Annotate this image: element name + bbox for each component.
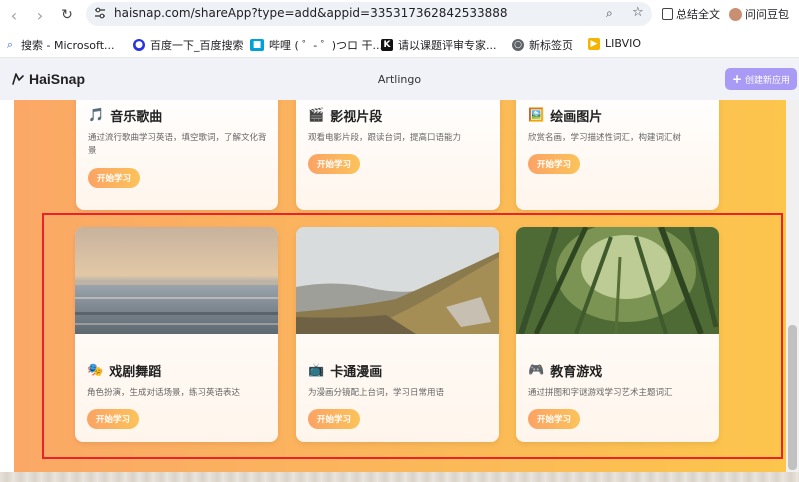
bookmark-label: 百度一下_百度搜索: [150, 39, 244, 52]
card-description: 观看电影片段，跟读台词，提高口语能力: [308, 133, 462, 143]
bookmark-item-1[interactable]: ● 百度一下_百度搜索: [133, 37, 244, 53]
summary-icon: [662, 8, 673, 20]
site-settings-icon[interactable]: [93, 6, 107, 20]
globe-icon: ○: [512, 39, 524, 51]
doubao-label: 问问豆包: [745, 8, 789, 21]
bottom-strip: [0, 472, 799, 482]
card-music[interactable]: 🎵 音乐歌曲 通过流行歌曲学习英语，填空歌词，了解文化背景 开始学习: [76, 100, 278, 210]
bilibili-icon: ■: [250, 39, 264, 51]
scrollbar[interactable]: [786, 100, 799, 472]
summary-label: 总结全文: [676, 8, 720, 21]
card-title: 绘画图片: [550, 110, 603, 125]
card-film[interactable]: 🎬 影视片段 观看电影片段，跟读台词，提高口语能力 开始学习: [296, 100, 500, 210]
url-text[interactable]: haisnap.com/shareApp?type=add&appid=3353…: [114, 6, 508, 20]
bookmark-star-icon[interactable]: ☆: [632, 5, 644, 20]
zoom-icon[interactable]: ⌕: [606, 6, 613, 21]
start-learning-button[interactable]: 开始学习: [88, 168, 140, 188]
bookmarks-bar: ⌕ 搜索 - Microsoft... ● 百度一下_百度搜索 ■ 哔哩 ( ゜…: [0, 30, 799, 58]
bookmark-item-3[interactable]: K 请以课题评审专家...: [381, 37, 497, 53]
bookmark-label: 新标签页: [529, 39, 573, 52]
painting-icon: 🖼️: [528, 108, 545, 123]
bookmark-item-2[interactable]: ■ 哔哩 ( ゜- ゜)つロ 干...: [250, 37, 383, 53]
highlight-box: [42, 213, 783, 459]
k-icon: K: [381, 39, 393, 51]
card-description: 通过流行歌曲学习英语，填空歌词，了解文化背景: [88, 133, 267, 156]
baidu-paw-icon: ●: [133, 39, 145, 51]
page-title: Artlingo: [377, 73, 422, 86]
bookmark-label: LIBVIO: [605, 37, 642, 50]
card-description: 欣赏名画，学习描述性词汇，构建词汇树: [528, 133, 682, 143]
browser-toolbar: ‹ › ↻ haisnap.com/shareApp?type=add&appi…: [0, 0, 799, 30]
card-title: 音乐歌曲: [110, 110, 163, 125]
bookmark-label: 哔哩 ( ゜- ゜)つロ 干...: [269, 39, 384, 52]
forward-icon[interactable]: ›: [30, 5, 50, 25]
bookmark-item-4[interactable]: ○ 新标签页: [512, 37, 573, 53]
bookmark-label: 搜索 - Microsoft...: [21, 39, 115, 52]
card-painting[interactable]: 🖼️ 绘画图片 欣赏名画，学习描述性词汇，构建词汇树 开始学习: [516, 100, 719, 210]
start-learning-button[interactable]: 开始学习: [308, 154, 360, 174]
card-title: 影视片段: [330, 110, 383, 125]
create-app-label: 创建新应用: [745, 75, 791, 86]
doubao-button[interactable]: 问问豆包: [729, 6, 789, 22]
music-note-icon: 🎵: [88, 108, 105, 123]
reload-icon[interactable]: ↻: [57, 5, 77, 25]
scrollbar-thumb[interactable]: [788, 325, 797, 470]
back-icon[interactable]: ‹: [4, 5, 24, 25]
avatar: [729, 7, 742, 21]
libvio-icon: ▶: [588, 37, 600, 50]
clapperboard-icon: 🎬: [308, 108, 325, 123]
start-learning-button[interactable]: 开始学习: [528, 154, 580, 174]
bookmark-label: 请以课题评审专家...: [398, 39, 497, 52]
summary-button[interactable]: 总结全文: [662, 6, 720, 22]
app-header: HaiSnap Artlingo + 创建新应用: [0, 58, 799, 100]
search-icon: ⌕: [6, 38, 14, 51]
plus-icon: +: [731, 72, 743, 86]
bookmark-item-5[interactable]: ▶ LIBVIO: [588, 37, 641, 50]
bookmark-item-0[interactable]: ⌕ 搜索 - Microsoft...: [4, 37, 115, 53]
create-app-button[interactable]: + 创建新应用: [725, 68, 797, 90]
